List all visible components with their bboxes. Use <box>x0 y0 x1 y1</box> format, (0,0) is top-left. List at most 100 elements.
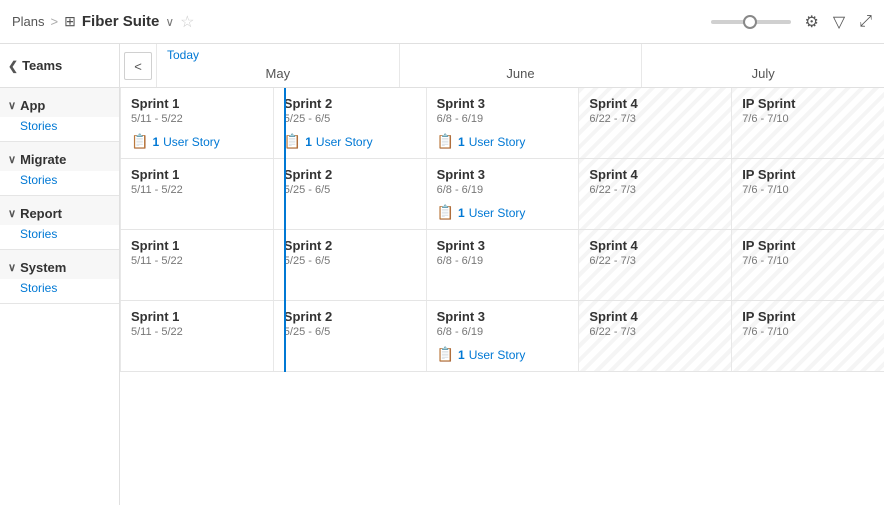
user-story[interactable]: 📋 1 User Story <box>437 204 569 221</box>
sprint-cell[interactable]: IP Sprint7/6 - 7/10 <box>731 301 884 371</box>
story-label: User Story <box>469 135 526 149</box>
group-link[interactable]: Stories <box>0 279 119 303</box>
sidebar-group-report: ∨ Report Stories <box>0 196 119 250</box>
group-link[interactable]: Stories <box>0 171 119 195</box>
group-chevron-icon[interactable]: ∨ <box>8 207 16 220</box>
sprint-cell[interactable]: Sprint 4 6/22 - 7/3 <box>578 230 731 300</box>
story-icon: 📋 <box>284 133 301 150</box>
slider-track <box>711 20 791 24</box>
group-name: Migrate <box>20 152 66 167</box>
sidebar-groups: ∨ App Stories ∨ Migrate Stories ∨ Report… <box>0 88 119 304</box>
story-label: User Story <box>163 135 220 149</box>
sprint-cell[interactable]: Sprint 25/25 - 6/5 📋 1 User Story <box>273 88 426 158</box>
story-label: User Story <box>469 348 526 362</box>
favorite-star-icon[interactable]: ☆ <box>180 12 194 32</box>
story-label: User Story <box>469 206 526 220</box>
sprint-dates: 6/22 - 7/3 <box>589 184 721 196</box>
sprint-name: Sprint 4 <box>589 309 721 324</box>
sidebar-group-header: ∨ Migrate <box>0 142 119 171</box>
sprint-dates: 5/25 - 6/5 <box>284 326 416 338</box>
sprint-dates: 6/22 - 7/3 <box>589 326 721 338</box>
title-chevron-icon[interactable]: ∨ <box>165 15 174 29</box>
user-story[interactable]: 📋 1 User Story <box>437 133 569 150</box>
sprint-name: Sprint 3 <box>437 96 569 111</box>
sprint-cell[interactable]: Sprint 25/25 - 6/5 <box>273 159 426 229</box>
filter-icon[interactable]: ▽ <box>833 12 845 32</box>
user-story[interactable]: 📋 1 User Story <box>131 133 263 150</box>
sidebar-group-system: ∨ System Stories <box>0 250 119 304</box>
sprint-dates: 6/8 - 6/19 <box>437 113 569 125</box>
sprint-cell[interactable]: Sprint 46/22 - 7/3 <box>578 88 731 158</box>
story-count: 1 <box>458 206 465 220</box>
story-icon: 📋 <box>131 133 148 150</box>
sprint-cell[interactable]: IP Sprint 7/6 - 7/10 <box>731 159 884 229</box>
group-chevron-icon[interactable]: ∨ <box>8 99 16 112</box>
sprint-cell[interactable]: Sprint 36/8 - 6/19 📋 1 User Story <box>426 159 579 229</box>
fullscreen-icon[interactable]: ⤢ <box>859 13 872 31</box>
sprint-name: Sprint 3 <box>437 238 569 253</box>
content-area[interactable]: < Today May June July Sprint 15/11 - 5/2… <box>120 44 884 505</box>
user-story[interactable]: 📋 1 User Story <box>437 346 569 363</box>
sprint-cell[interactable]: Sprint 15/11 - 5/22 <box>120 301 273 371</box>
group-chevron-icon[interactable]: ∨ <box>8 153 16 166</box>
user-story[interactable]: 📋 1 User Story <box>284 133 416 150</box>
sprint-cell[interactable]: Sprint 46/22 - 7/3 <box>578 159 731 229</box>
sprint-name: Sprint 2 <box>284 96 416 111</box>
nav-back-button[interactable]: < <box>124 52 152 80</box>
team-section-app: Sprint 15/11 - 5/22 📋 1 User Story Sprin… <box>120 88 884 159</box>
sprint-cell[interactable]: Sprint 3 6/8 - 6/19 📋 1 User Story <box>426 88 579 158</box>
suite-title: Fiber Suite <box>82 13 160 30</box>
story-count: 1 <box>458 135 465 149</box>
group-name: Report <box>20 206 62 221</box>
sprint-cell[interactable]: IP Sprint7/6 - 7/10 <box>731 88 884 158</box>
sidebar: ❮ Teams ∨ App Stories ∨ Migrate Stories … <box>0 44 120 505</box>
sprint-cell[interactable]: Sprint 3 6/8 - 6/19 <box>426 230 579 300</box>
sidebar-header: ❮ Teams <box>0 44 119 88</box>
sprint-cell[interactable]: Sprint 25/25 - 6/5 <box>273 230 426 300</box>
team-section-report: Sprint 15/11 - 5/22Sprint 25/25 - 6/5Spr… <box>120 230 884 301</box>
settings-icon[interactable]: ⚙ <box>805 12 819 32</box>
sprint-dates: 6/8 - 6/19 <box>437 326 569 338</box>
sidebar-title: Teams <box>22 58 62 73</box>
sidebar-group-header: ∨ System <box>0 250 119 279</box>
team-section-system: Sprint 15/11 - 5/22Sprint 25/25 - 6/5Spr… <box>120 301 884 372</box>
slider-thumb[interactable] <box>743 15 757 29</box>
group-name: System <box>20 260 66 275</box>
month-july: July <box>641 44 884 87</box>
sprint-dates: 5/11 - 5/22 <box>131 255 263 267</box>
sprint-name: Sprint 2 <box>284 309 416 324</box>
sprint-name: Sprint 2 <box>284 238 416 253</box>
sprint-cell[interactable]: Sprint 4 6/22 - 7/3 <box>578 301 731 371</box>
breadcrumb-sep: > <box>51 14 59 29</box>
group-link[interactable]: Stories <box>0 225 119 249</box>
sprint-name: IP Sprint <box>742 167 874 182</box>
sprint-cell[interactable]: Sprint 36/8 - 6/19 📋 1 User Story <box>426 301 579 371</box>
sprint-dates: 7/6 - 7/10 <box>742 113 874 125</box>
sprint-cell[interactable]: IP Sprint 7/6 - 7/10 <box>731 230 884 300</box>
sprint-dates: 6/8 - 6/19 <box>437 255 569 267</box>
sprint-cell[interactable]: Sprint 1 5/11 - 5/22 <box>120 230 273 300</box>
story-count: 1 <box>458 348 465 362</box>
today-label: Today <box>167 48 199 62</box>
sidebar-group-header: ∨ Report <box>0 196 119 225</box>
sprint-name: Sprint 1 <box>131 167 263 182</box>
sprint-name: Sprint 4 <box>589 238 721 253</box>
main-layout: ❮ Teams ∨ App Stories ∨ Migrate Stories … <box>0 44 884 505</box>
sprint-name: IP Sprint <box>742 238 874 253</box>
sprint-cell[interactable]: Sprint 15/11 - 5/22 <box>120 159 273 229</box>
sprint-cell[interactable]: Sprint 15/11 - 5/22 📋 1 User Story <box>120 88 273 158</box>
sprint-dates: 6/22 - 7/3 <box>589 255 721 267</box>
sprint-name: Sprint 1 <box>131 309 263 324</box>
sprint-row: Sprint 15/11 - 5/22Sprint 25/25 - 6/5Spr… <box>120 301 884 371</box>
group-chevron-icon[interactable]: ∨ <box>8 261 16 274</box>
sidebar-collapse-icon[interactable]: ❮ <box>8 59 18 73</box>
sprint-dates: 7/6 - 7/10 <box>742 255 874 267</box>
zoom-slider[interactable] <box>711 20 791 24</box>
breadcrumb: Plans > ⊞ Fiber Suite ∨ ☆ <box>12 12 195 32</box>
sprint-cell[interactable]: Sprint 2 5/25 - 6/5 <box>273 301 426 371</box>
sprint-dates: 7/6 - 7/10 <box>742 184 874 196</box>
sprint-name: Sprint 1 <box>131 238 263 253</box>
plans-link[interactable]: Plans <box>12 14 45 29</box>
timeline-header: < Today May June July <box>120 44 884 88</box>
group-link[interactable]: Stories <box>0 117 119 141</box>
